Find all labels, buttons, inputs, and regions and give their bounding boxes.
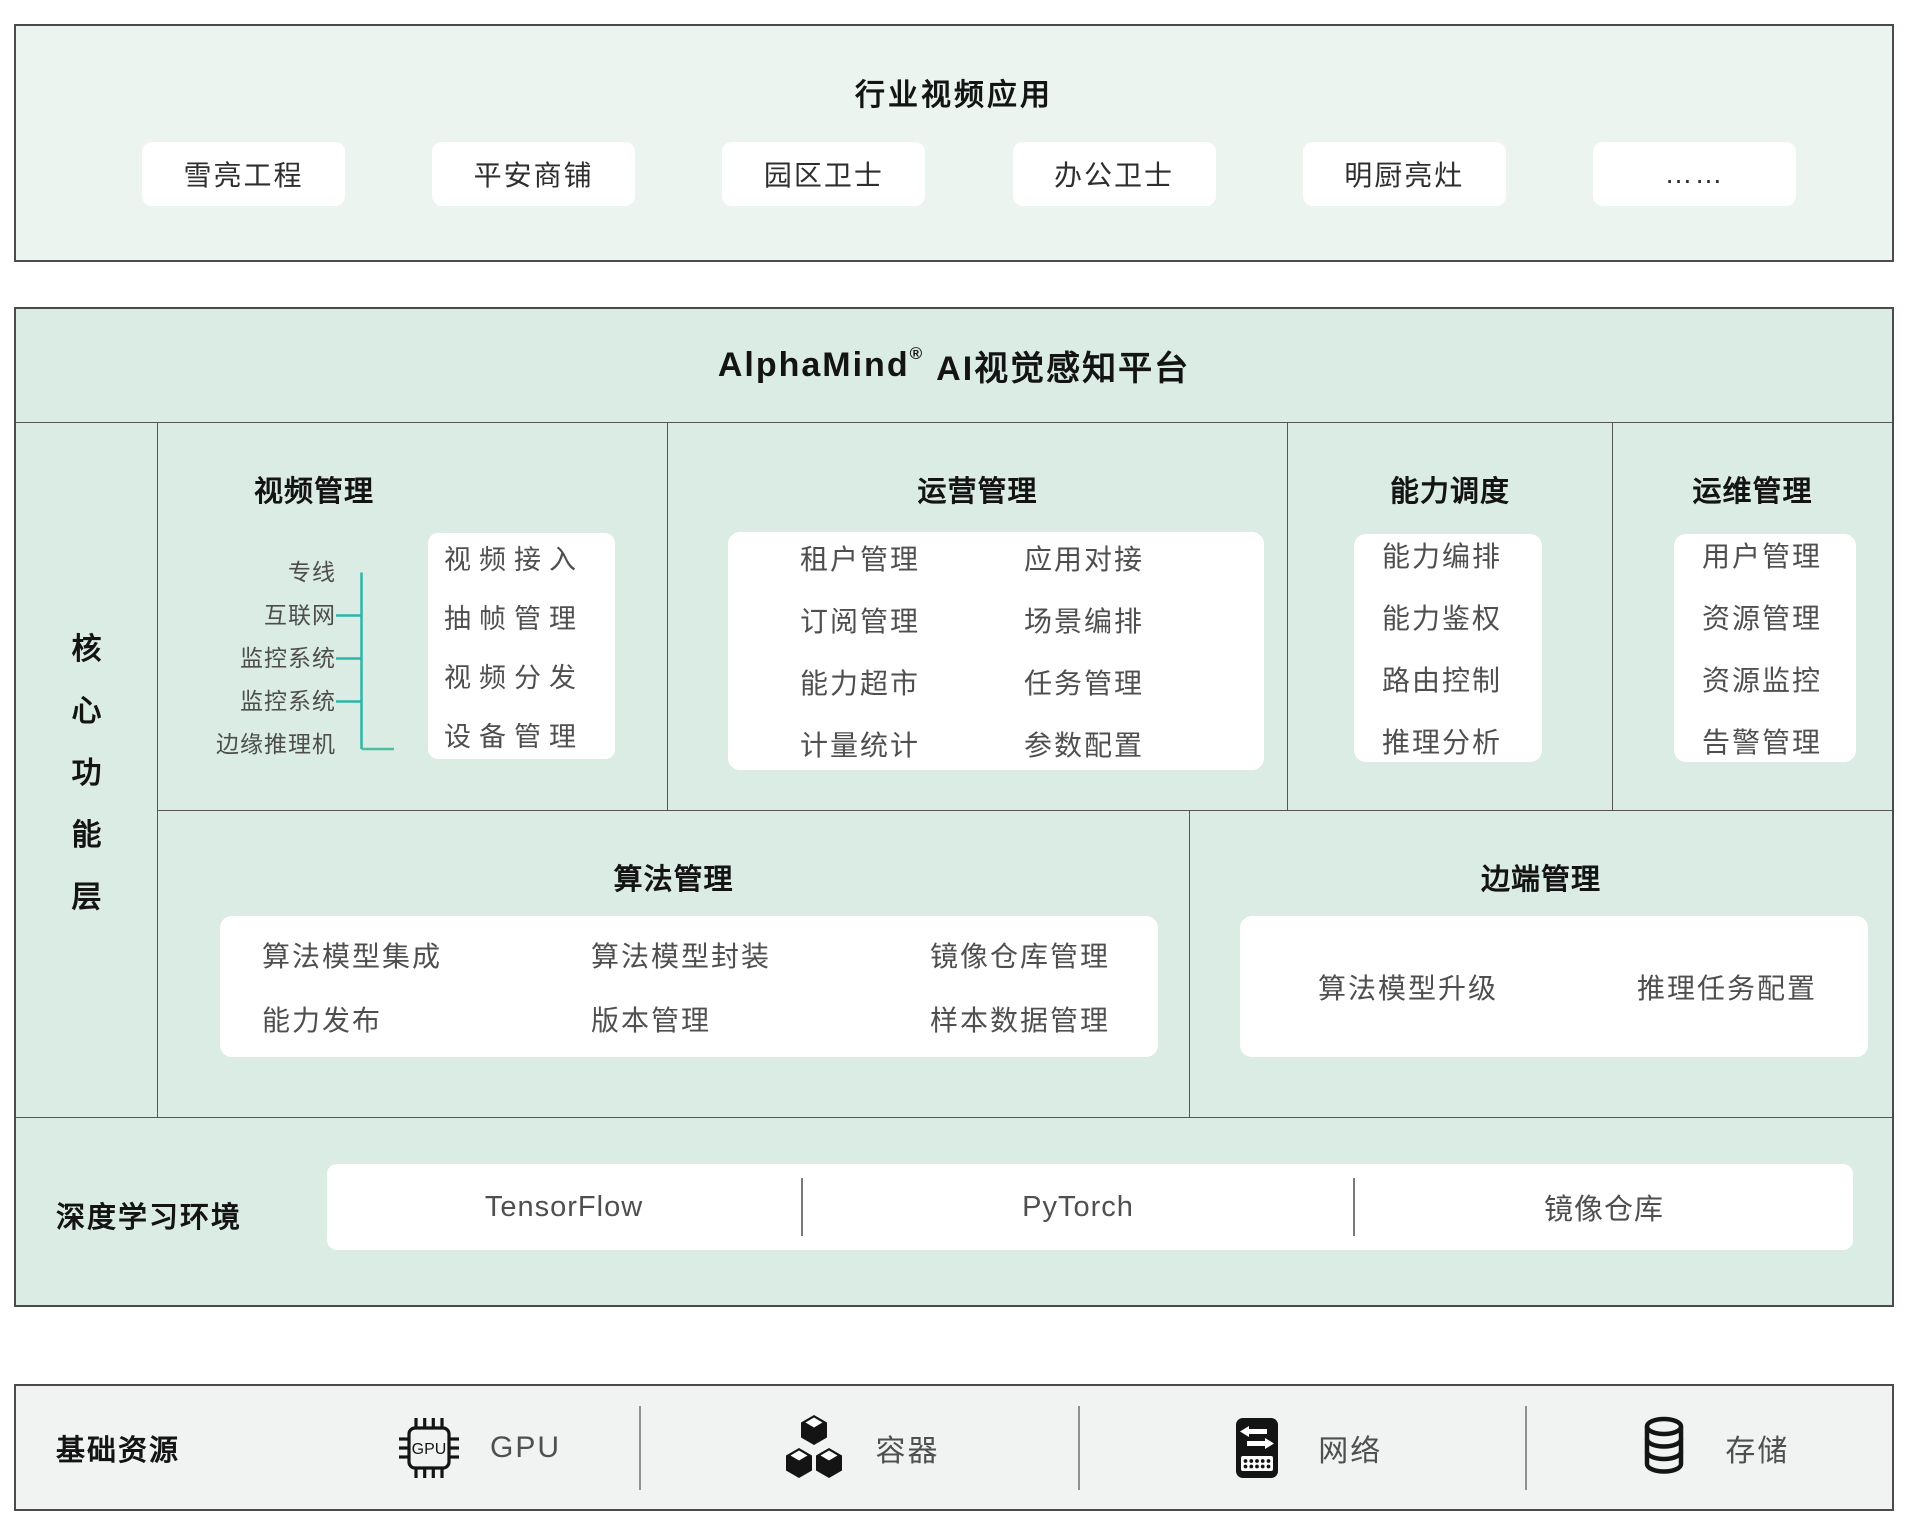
infra-gpu: GPU GPU — [316, 1386, 639, 1509]
scheduling-item: 能力鉴权 — [1382, 597, 1542, 637]
app-button-yuanqu[interactable]: 园区卫士 — [722, 142, 925, 206]
operations-column: 运营管理 租户管理 应用对接 订阅管理 场景编排 能力超市 任务管理 计量统计 … — [668, 423, 1288, 810]
infrastructure-label: 基础资源 — [56, 1427, 316, 1469]
algorithm-item: 算法模型集成 — [262, 935, 591, 975]
infra-container: 容器 — [641, 1386, 1078, 1509]
industry-apps-title: 行业视频应用 — [16, 70, 1892, 114]
video-source: 边缘推理机 — [158, 723, 336, 766]
dl-env-registry: 镜像仓库 — [1355, 1164, 1853, 1250]
gpu-chip-icon: GPU — [394, 1413, 464, 1483]
operations-item: 场景编排 — [1024, 600, 1264, 640]
video-feature: 设备管理 — [444, 715, 615, 754]
platform-row-1: 视频管理 专线 互联网 监控系统 监控系统 边缘推理机 — [158, 423, 1892, 810]
app-button-more[interactable]: …… — [1593, 142, 1796, 206]
app-button-mingchu[interactable]: 明厨亮灶 — [1303, 142, 1506, 206]
app-button-pingan[interactable]: 平安商铺 — [432, 142, 635, 206]
algorithm-item: 版本管理 — [591, 999, 930, 1039]
dl-env-row: 深度学习环境 TensorFlow PyTorch 镜像仓库 — [16, 1117, 1892, 1305]
infra-storage-label: 存储 — [1725, 1426, 1789, 1470]
operations-title: 运营管理 — [668, 468, 1287, 510]
platform-title: AlphaMind® AI视觉感知平台 — [16, 309, 1892, 423]
video-mgmt-title: 视频管理 — [158, 468, 470, 510]
video-source: 监控系统 — [158, 637, 336, 680]
operations-item: 计量统计 — [800, 724, 1024, 764]
algorithm-item: 能力发布 — [262, 999, 591, 1039]
infrastructure-items: GPU GPU — [316, 1386, 1892, 1509]
algorithm-title: 算法管理 — [158, 856, 1189, 898]
maintenance-box: 用户管理 资源管理 资源监控 告警管理 — [1674, 534, 1856, 762]
maintenance-column: 运维管理 用户管理 资源管理 资源监控 告警管理 — [1613, 423, 1892, 810]
container-icon — [779, 1415, 849, 1481]
industry-apps-row: 雪亮工程 平安商铺 园区卫士 办公卫士 明厨亮灶 …… — [142, 142, 1796, 206]
registered-mark: ® — [910, 344, 925, 364]
scheduling-item: 能力编排 — [1382, 535, 1542, 575]
algorithm-item: 算法模型封装 — [591, 935, 930, 975]
operations-item: 能力超市 — [800, 662, 1024, 702]
scheduling-column: 能力调度 能力编排 能力鉴权 路由控制 推理分析 — [1288, 423, 1613, 810]
infra-storage: 存储 — [1527, 1386, 1892, 1509]
scheduling-box: 能力编排 能力鉴权 路由控制 推理分析 — [1354, 534, 1542, 762]
algorithm-item: 镜像仓库管理 — [930, 935, 1158, 975]
maintenance-item: 资源监控 — [1702, 659, 1856, 699]
algorithm-box: 算法模型集成 算法模型封装 镜像仓库管理 能力发布 版本管理 样本数据管理 — [220, 916, 1158, 1057]
maintenance-item: 告警管理 — [1702, 721, 1856, 761]
dl-env-label: 深度学习环境 — [56, 1194, 242, 1236]
core-layer-sidebar: 核 心 功 能 层 — [16, 423, 158, 1117]
app-button-bangong[interactable]: 办公卫士 — [1013, 142, 1216, 206]
app-button-xueliang[interactable]: 雪亮工程 — [142, 142, 345, 206]
algorithm-column: 算法管理 算法模型集成 算法模型封装 镜像仓库管理 能力发布 版本管理 样本数据… — [158, 811, 1190, 1117]
platform-row-2: 算法管理 算法模型集成 算法模型封装 镜像仓库管理 能力发布 版本管理 样本数据… — [158, 810, 1892, 1117]
sidebar-char: 功 — [72, 748, 102, 792]
maintenance-title: 运维管理 — [1613, 468, 1892, 510]
infra-container-label: 容器 — [875, 1426, 939, 1470]
video-source-list: 专线 互联网 监控系统 监控系统 边缘推理机 — [158, 551, 336, 766]
sidebar-char: 心 — [72, 686, 102, 730]
edge-mgmt-title: 边端管理 — [1190, 856, 1892, 898]
infra-gpu-label: GPU — [490, 1431, 561, 1465]
dl-env-tensorflow: TensorFlow — [327, 1164, 801, 1250]
platform-brand: AlphaMind — [718, 346, 910, 385]
operations-item: 订阅管理 — [800, 600, 1024, 640]
video-source: 监控系统 — [158, 680, 336, 723]
storage-database-icon — [1629, 1413, 1699, 1483]
scheduling-title: 能力调度 — [1288, 468, 1612, 510]
video-feature: 抽帧管理 — [444, 597, 615, 636]
video-feature-box: 视频接入 抽帧管理 视频分发 设备管理 — [428, 533, 615, 759]
maintenance-item: 资源管理 — [1702, 597, 1856, 637]
core-function-layer: 核 心 功 能 层 视频管理 专线 互联网 监控系统 监控系统 边缘推理机 — [16, 423, 1892, 1117]
operations-item: 参数配置 — [1024, 724, 1264, 764]
svg-text:GPU: GPU — [412, 1441, 447, 1458]
sidebar-char: 层 — [72, 872, 102, 916]
operations-item: 租户管理 — [800, 538, 1024, 578]
platform-section: AlphaMind® AI视觉感知平台 核 心 功 能 层 视频管理 专线 互联… — [14, 307, 1894, 1307]
edge-item: 算法模型升级 — [1318, 967, 1498, 1007]
industry-apps-section: 行业视频应用 雪亮工程 平安商铺 园区卫士 办公卫士 明厨亮灶 …… — [14, 24, 1894, 262]
platform-title-rest: AI视觉感知平台 — [936, 341, 1190, 390]
network-switch-icon — [1222, 1413, 1292, 1483]
operations-item: 应用对接 — [1024, 538, 1264, 578]
video-source: 互联网 — [158, 594, 336, 637]
video-source: 专线 — [158, 551, 336, 594]
video-feature: 视频分发 — [444, 656, 615, 695]
scheduling-item: 路由控制 — [1382, 659, 1542, 699]
edge-item: 推理任务配置 — [1637, 967, 1817, 1007]
sidebar-char: 核 — [72, 624, 102, 668]
video-feature: 视频接入 — [444, 538, 615, 577]
maintenance-item: 用户管理 — [1702, 535, 1856, 575]
edge-mgmt-column: 边端管理 算法模型升级 推理任务配置 — [1190, 811, 1892, 1117]
operations-box: 租户管理 应用对接 订阅管理 场景编排 能力超市 任务管理 计量统计 参数配置 — [728, 532, 1264, 770]
sidebar-char: 能 — [72, 810, 102, 854]
video-mgmt-column: 视频管理 专线 互联网 监控系统 监控系统 边缘推理机 — [158, 423, 668, 810]
dl-env-pill: TensorFlow PyTorch 镜像仓库 — [327, 1164, 1853, 1250]
dl-env-pytorch: PyTorch — [803, 1164, 1354, 1250]
algorithm-item: 样本数据管理 — [930, 999, 1158, 1039]
operations-item: 任务管理 — [1024, 662, 1264, 702]
edge-mgmt-box: 算法模型升级 推理任务配置 — [1240, 916, 1868, 1057]
infra-network-label: 网络 — [1318, 1426, 1382, 1470]
infra-network: 网络 — [1080, 1386, 1525, 1509]
scheduling-item: 推理分析 — [1382, 721, 1542, 761]
infrastructure-section: 基础资源 GPU — [14, 1384, 1894, 1511]
